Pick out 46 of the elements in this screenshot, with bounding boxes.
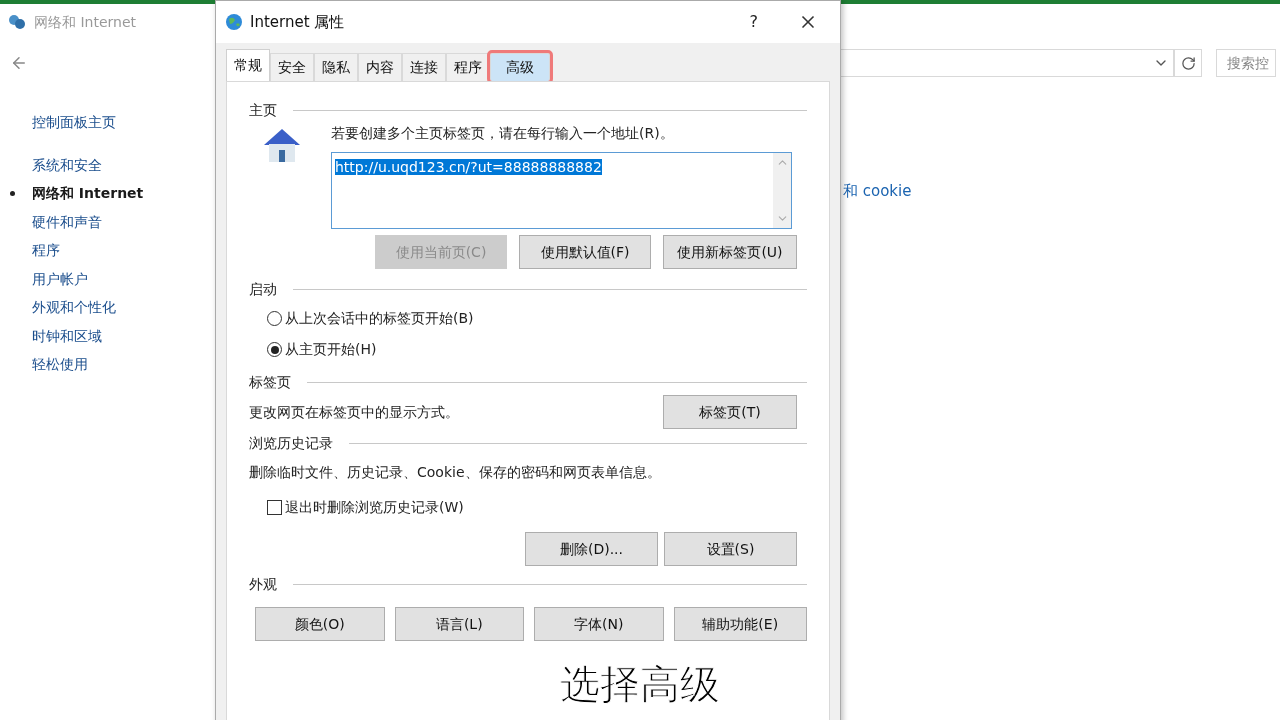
radio-button[interactable] bbox=[267, 342, 282, 357]
dialog-button[interactable]: 删除(D)... bbox=[525, 532, 658, 566]
search-field[interactable]: 搜索控 bbox=[1216, 49, 1276, 77]
dialog-button[interactable]: 语言(L) bbox=[394, 607, 524, 641]
tabs-description: 更改网页在标签页中的显示方式。 bbox=[249, 402, 459, 422]
link[interactable]: 和 cookie bbox=[843, 180, 912, 203]
sidebar-item[interactable]: 控制面板主页 bbox=[32, 108, 116, 137]
globe-icon bbox=[224, 12, 244, 32]
network-icon bbox=[8, 14, 26, 30]
dialog-button[interactable]: 标签页(T) bbox=[663, 395, 797, 429]
url-text: http://u.uqd123.cn/?ut=88888888882 bbox=[335, 159, 602, 175]
dialog-button[interactable]: 设置(S) bbox=[664, 532, 797, 566]
sidebar-item[interactable]: 用户帐户 bbox=[32, 264, 88, 293]
section-header: 启动 bbox=[249, 280, 277, 299]
bullet-icon bbox=[10, 190, 15, 196]
sidebar-item[interactable]: 程序 bbox=[32, 236, 60, 265]
hint-text: 若要创建多个主页标签页，请在每行输入一个地址(R)。 bbox=[331, 124, 675, 143]
radio-button[interactable] bbox=[267, 311, 282, 326]
dialog-button[interactable]: 使用新标签页(U) bbox=[663, 235, 797, 269]
dialog-button[interactable]: 使用默认值(F) bbox=[519, 235, 651, 269]
help-button[interactable]: ? bbox=[749, 10, 758, 34]
tab[interactable]: 常规 bbox=[226, 49, 270, 81]
history-description: 删除临时文件、历史记录、Cookie、保存的密码和网页表单信息。 bbox=[249, 463, 662, 482]
refresh-icon[interactable] bbox=[1180, 55, 1196, 71]
sidebar-item[interactable]: 硬件和声音 bbox=[32, 207, 102, 236]
sidebar-item[interactable]: 系统和安全 bbox=[32, 150, 102, 179]
sidebar-item[interactable]: 网络和 Internet bbox=[32, 179, 144, 208]
back-icon[interactable] bbox=[10, 54, 28, 72]
section-header: 标签页 bbox=[249, 373, 291, 392]
checkbox-label: 退出时删除浏览历史记录(W) bbox=[285, 498, 464, 517]
dialog-button[interactable]: 字体(N) bbox=[534, 607, 664, 641]
dialog-title: Internet 属性 bbox=[250, 11, 345, 33]
section-header: 主页 bbox=[249, 101, 277, 120]
checkbox[interactable] bbox=[267, 500, 282, 515]
sidebar-item[interactable]: 时钟和区域 bbox=[32, 321, 102, 350]
radio-label: 从上次会话中的标签页开始(B) bbox=[285, 309, 474, 328]
radio-label: 从主页开始(H) bbox=[285, 340, 377, 359]
sidebar-item[interactable]: 轻松使用 bbox=[32, 350, 88, 379]
section-header: 浏览历史记录 bbox=[249, 434, 333, 453]
dialog-button[interactable]: 辅助功能(E) bbox=[673, 607, 807, 641]
tab[interactable]: 高级 bbox=[490, 53, 550, 81]
subtitle: 选择高级 bbox=[560, 660, 720, 709]
window-title: 网络和 Internet bbox=[34, 12, 137, 32]
section-header: 外观 bbox=[249, 575, 277, 594]
dialog-button[interactable]: 颜色(O) bbox=[255, 607, 385, 641]
sidebar-item[interactable]: 外观和个性化 bbox=[32, 293, 116, 322]
